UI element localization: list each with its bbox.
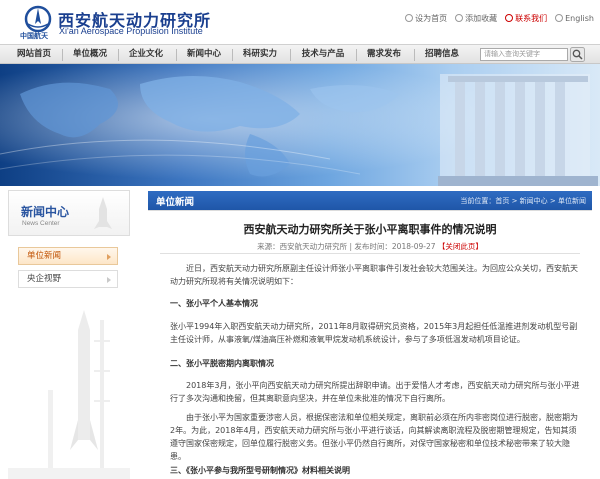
- sidebar-item-unit-news[interactable]: 单位新闻: [18, 247, 118, 265]
- english-label: English: [565, 14, 594, 23]
- section-header-bar: 单位新闻 当前位置：首页 > 新闻中心 > 单位新闻: [148, 191, 592, 210]
- site-title-english: Xi'an Aerospace Propulsion Institute: [59, 26, 203, 36]
- world-map-banner-graphic: [0, 64, 600, 186]
- set-homepage-label: 设为首页: [415, 14, 448, 23]
- close-page-link[interactable]: 【关闭此页】: [438, 242, 483, 251]
- nav-research[interactable]: 科研实力: [234, 45, 286, 65]
- nav-about[interactable]: 单位概况: [64, 45, 116, 65]
- hero-banner: [0, 64, 600, 186]
- nav-jobs[interactable]: 招聘信息: [416, 45, 468, 65]
- article-heading: 一、张小平个人基本情况: [170, 299, 258, 308]
- mail-icon: [505, 14, 514, 22]
- article-paragraph: 近日，西安航天动力研究所原副主任设计师张小平离职事件引发社会较大范围关注。为回应…: [170, 264, 578, 286]
- article-heading: 二、张小平脱密期内离职情况: [170, 359, 274, 368]
- home-icon: [405, 14, 414, 22]
- section-title: 单位新闻: [156, 197, 195, 208]
- add-favorite-label: 添加收藏: [465, 14, 498, 23]
- article-heading: 三、《张小平参与我所型号研制情况》材料相关说明: [170, 466, 350, 475]
- org-short-label: 中国航天: [20, 32, 48, 40]
- article-source-date: 来源：西安航天动力研究所 | 发布时间：2018-09-27: [257, 242, 436, 251]
- set-homepage-link[interactable]: 设为首页: [405, 13, 447, 24]
- nav-home[interactable]: 网站首页: [8, 45, 60, 65]
- nav-separator: [176, 49, 177, 61]
- article-meta: 来源：西安航天动力研究所 | 发布时间：2018-09-27 【关闭此页】: [148, 241, 592, 252]
- article-paragraph: 2018年3月，张小平向西安航天动力研究所提出辞职申请。出于爱惜人才考虑，西安航…: [170, 381, 580, 403]
- nav-products[interactable]: 技术与产品: [292, 45, 354, 65]
- article-title: 西安航天动力研究所关于张小平离职事件的情况说明: [243, 223, 497, 236]
- nav-culture[interactable]: 企业文化: [120, 45, 172, 65]
- sidebar-item-soe-vision[interactable]: 央企视野: [18, 270, 118, 288]
- contact-us-label: 联系我们: [515, 14, 548, 23]
- nav-separator: [356, 49, 357, 61]
- breadcrumb[interactable]: 当前位置：首页 > 新闻中心 > 单位新闻: [460, 196, 586, 206]
- globe-icon: [555, 14, 564, 22]
- article-paragraph: 由于张小平为国家重要涉密人员，根据保密法和单位相关规定，离职前必须在所内非密岗位…: [170, 413, 578, 461]
- english-link[interactable]: English: [555, 14, 594, 23]
- nav-separator: [232, 49, 233, 61]
- nav-separator: [118, 49, 119, 61]
- star-icon: [455, 14, 464, 22]
- sidebar-item-label: 央企视野: [27, 274, 62, 284]
- chevron-right-icon: [107, 277, 111, 283]
- site-header: 中国航天 西安航天动力研究所 Xi'an Aerospace Propulsio…: [0, 0, 600, 44]
- contact-us-link[interactable]: 联系我们: [505, 13, 547, 24]
- article-paragraph: 张小平1994年入职西安航天动力研究所，2011年8月取得研究员资格，2015年…: [170, 322, 578, 344]
- launch-tower-decoration: [8, 290, 130, 479]
- nav-news[interactable]: 新闻中心: [178, 45, 230, 65]
- nav-separator: [414, 49, 415, 61]
- search-input[interactable]: 请输入查询关键字: [480, 48, 568, 61]
- rocket-watermark-icon: [94, 197, 112, 229]
- sidebar-title: 新闻中心: [21, 205, 70, 219]
- chevron-right-icon: [107, 254, 111, 260]
- sidebar-item-label: 单位新闻: [27, 251, 62, 261]
- nav-separator: [62, 49, 63, 61]
- top-links: 设为首页 添加收藏 联系我们 English: [405, 13, 594, 24]
- nav-separator: [290, 49, 291, 61]
- divider: [148, 210, 592, 211]
- sidebar-subtitle: News Center: [22, 220, 60, 227]
- search-icon[interactable]: [570, 47, 585, 62]
- sidebar-header: 新闻中心 News Center: [8, 190, 130, 236]
- divider: [160, 253, 580, 254]
- add-favorite-link[interactable]: 添加收藏: [455, 13, 497, 24]
- nav-demand[interactable]: 需求发布: [358, 45, 410, 65]
